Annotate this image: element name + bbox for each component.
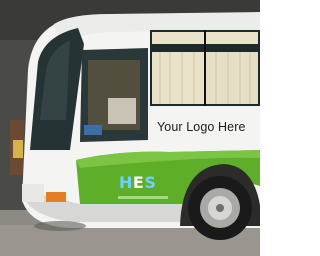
brand-logo-letter: E [132, 173, 145, 192]
background-person-shirt [13, 140, 23, 158]
window-pillar [204, 30, 206, 106]
headlight [46, 192, 66, 202]
front-wheel-shadow [34, 221, 86, 231]
wheel-center [216, 204, 224, 212]
driver-figure [108, 98, 136, 124]
curtain-top-1 [152, 32, 204, 44]
bus-photo: Your Logo Here HES [0, 0, 260, 256]
logo-placeholder-text: Your Logo Here [157, 120, 246, 134]
curtain-top-2 [206, 32, 258, 44]
brand-logo-letter: S [144, 173, 157, 192]
brand-logo: HES [119, 175, 156, 191]
brand-tagline [118, 196, 168, 199]
door-sign [84, 125, 102, 135]
brand-logo-letter: H [119, 173, 133, 192]
front-bumper [22, 184, 44, 202]
